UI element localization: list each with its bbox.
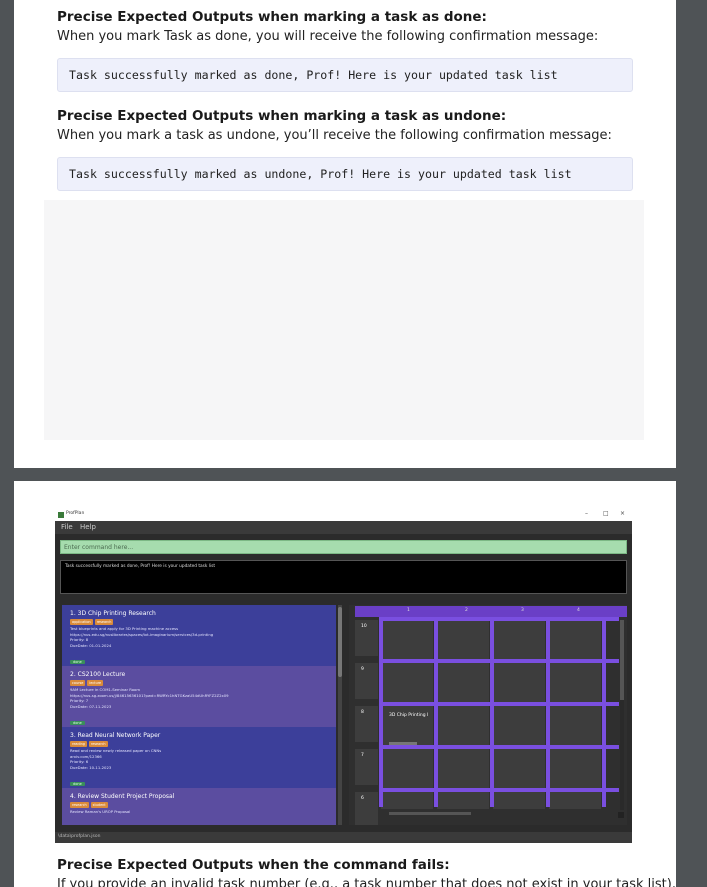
title-bar: ProfPlan – □ × — [55, 510, 632, 521]
app-screenshot: ProfPlan – □ × File Help Enter command h… — [55, 510, 632, 843]
app-logo-icon — [58, 512, 64, 518]
document-page-1: Precise Expected Outputs when marking a … — [14, 0, 676, 468]
day-label: 2 — [465, 608, 468, 613]
task-list-scrollbar[interactable] — [338, 605, 342, 825]
menu-help[interactable]: Help — [80, 523, 96, 531]
status-badge: done — [70, 660, 85, 664]
task-tag: course — [70, 680, 86, 686]
grid-line — [379, 617, 619, 621]
grid-line — [379, 617, 383, 807]
calendar-horizontal-scrollbar[interactable] — [389, 812, 471, 815]
paragraph-mark-done: When you mark Task as done, you will rec… — [57, 29, 599, 44]
task-card[interactable]: 1. 3D Chip Printing Research application… — [62, 605, 336, 666]
task-tag: research — [94, 619, 114, 625]
task-tag: research — [88, 741, 108, 747]
grid-line — [434, 617, 438, 807]
grid-line — [379, 745, 619, 749]
task-card[interactable]: 3. Read Neural Network Paper reading res… — [62, 727, 336, 788]
code-block-mark-undone: Task successfully marked as undone, Prof… — [57, 157, 633, 191]
maximize-icon[interactable]: □ — [603, 510, 609, 517]
task-tag: reading — [70, 741, 87, 747]
task-tag: research — [70, 802, 89, 808]
task-due-date: DueDate: 07-11-2023 — [70, 703, 112, 709]
hour-label: 8 — [355, 706, 378, 742]
hour-label: 6 — [355, 792, 378, 825]
heading-mark-done: Precise Expected Outputs when marking a … — [57, 9, 487, 25]
calendar-panel: 1 2 3 4 10 9 8 7 6 3D Chip Printing I — [349, 605, 627, 825]
heading-command-fails: Precise Expected Outputs when the comman… — [57, 857, 450, 873]
status-bar: \data\profplan.json — [55, 832, 632, 843]
task-list-panel: 1. 3D Chip Printing Research application… — [62, 605, 336, 825]
hour-label: 7 — [355, 749, 378, 785]
grid-line — [379, 659, 619, 663]
menu-bar: File Help — [55, 521, 632, 534]
grid-line — [546, 617, 550, 807]
task-title: 3. Read Neural Network Paper — [70, 732, 161, 739]
task-card[interactable]: 4. Review Student Project Proposal resea… — [62, 788, 336, 825]
paragraph-mark-undone: When you mark a task as undone, you’ll r… — [57, 128, 612, 143]
task-title: 1. 3D Chip Printing Research — [70, 610, 156, 617]
result-message: Task successfully marked as done, Prof! … — [65, 564, 216, 569]
document-page-2: ProfPlan – □ × File Help Enter command h… — [14, 481, 676, 887]
task-tag: application — [70, 619, 93, 625]
task-title: 2. CS2100 Lecture — [70, 671, 126, 678]
minimize-icon[interactable]: – — [585, 510, 588, 517]
event-bar — [389, 742, 417, 745]
code-block-mark-done: Task successfully marked as done, Prof! … — [57, 58, 633, 92]
status-badge: done — [70, 721, 85, 725]
calendar-header: 1 2 3 4 — [355, 606, 627, 617]
heading-mark-undone: Precise Expected Outputs when marking a … — [57, 108, 507, 124]
grid-line — [379, 788, 619, 792]
grid-line — [602, 617, 606, 807]
window-title: ProfPlan — [66, 511, 85, 516]
task-tag: student — [90, 802, 108, 808]
status-badge: done — [70, 782, 85, 786]
menu-file[interactable]: File — [61, 523, 73, 531]
calendar-column[interactable] — [493, 619, 545, 809]
data-file-path: \data\profplan.json — [58, 834, 101, 839]
blank-region — [44, 200, 644, 440]
calendar-column[interactable] — [437, 619, 489, 809]
task-description: Review Raman's UROP Proposal — [70, 809, 131, 814]
hour-label: 9 — [355, 663, 378, 699]
scroll-corner — [618, 812, 624, 818]
code-text-mark-undone: Task successfully marked as undone, Prof… — [69, 167, 572, 181]
paragraph-command-fails: If you provide an invalid task number (e… — [57, 877, 676, 887]
close-icon[interactable]: × — [620, 510, 625, 517]
task-tag: lecture — [87, 680, 104, 686]
day-label: 4 — [577, 608, 580, 613]
task-due-date: DueDate: 10-11-2023 — [70, 764, 112, 770]
day-label: 3 — [521, 608, 524, 613]
task-title: 4. Review Student Project Proposal — [70, 793, 175, 800]
hour-label: 10 — [355, 620, 378, 656]
task-due-date: DueDate: 01-01-2024 — [70, 642, 112, 648]
grid-line — [490, 617, 494, 807]
calendar-vertical-scrollbar[interactable] — [620, 620, 624, 810]
result-display: Task successfully marked as done, Prof! … — [60, 560, 627, 594]
task-card[interactable]: 2. CS2100 Lecture course lecture 9AM Lec… — [62, 666, 336, 727]
day-label: 1 — [407, 608, 410, 613]
command-input[interactable]: Enter command here... — [60, 540, 627, 554]
calendar-column[interactable] — [549, 619, 601, 809]
calendar-event[interactable]: 3D Chip Printing I — [389, 713, 428, 718]
code-text-mark-done: Task successfully marked as done, Prof! … — [69, 68, 558, 82]
grid-line — [379, 702, 619, 706]
